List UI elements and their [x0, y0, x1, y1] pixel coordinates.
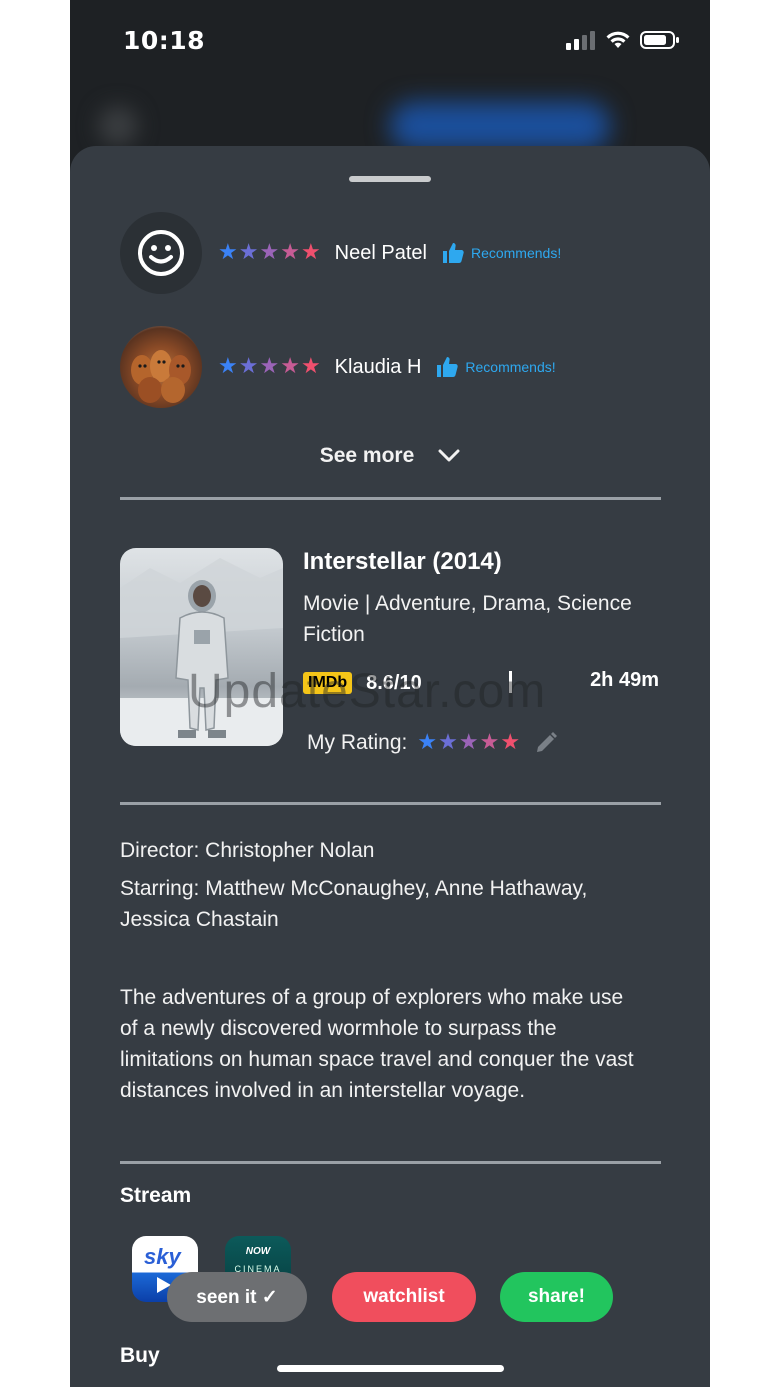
director: Director: Christopher Nolan [120, 839, 375, 862]
home-indicator[interactable] [277, 1365, 504, 1372]
stream-heading: Stream [120, 1184, 192, 1207]
separator [509, 671, 512, 693]
review-row: ★ ★ ★ ★ ★ Klaudia H Recommends! [120, 326, 680, 408]
divider [120, 1161, 661, 1164]
star-icon: ★ [300, 354, 321, 379]
status-bar: 10:18 [70, 0, 710, 84]
review-row: ★ ★ ★ ★ ★ Neel Patel Recommends! [120, 212, 680, 294]
signal-icon [566, 31, 595, 50]
chevron-down-icon [438, 449, 460, 462]
review-stars: ★ ★ ★ ★ ★ [218, 242, 321, 264]
star-icon[interactable]: ★ [500, 732, 520, 754]
star-icon[interactable]: ★ [438, 732, 458, 754]
watchlist-button[interactable]: watchlist [332, 1272, 476, 1322]
battery-icon [640, 31, 679, 49]
star-icon: ★ [280, 240, 300, 265]
movie-title: Interstellar (2014) [303, 548, 502, 575]
blurred-avatar [98, 106, 138, 146]
star-icon: ★ [238, 354, 259, 379]
status-icons [566, 30, 680, 50]
reviewer-name[interactable]: Klaudia H [335, 356, 422, 379]
squirrels-photo-avatar[interactable] [120, 326, 202, 408]
my-rating-row: My Rating: ★ ★ ★ ★ ★ [307, 728, 558, 758]
my-rating-label: My Rating: [307, 731, 408, 754]
recommends-label: Recommends! [465, 359, 556, 375]
review-stars: ★ ★ ★ ★ ★ [218, 356, 321, 378]
imdb-score: 8.6/10 [366, 671, 422, 694]
imdb-logo: IMDb [303, 672, 353, 694]
thumbs-up-icon [442, 243, 464, 263]
reviewer-name[interactable]: Neel Patel [335, 242, 427, 265]
runtime: 2h 49m [590, 669, 659, 691]
star-icon: ★ [218, 354, 238, 379]
buy-heading: Buy [120, 1344, 160, 1367]
movie-genre: Movie | Adventure, Drama, Science Fictio… [303, 592, 632, 646]
star-icon: ★ [259, 240, 280, 265]
imdb-row: IMDb 8.6/10 2h 49m [303, 668, 663, 698]
synopsis: The adventures of a group of explorers w… [120, 986, 634, 1102]
phone-screen: 10:18 ★ ★ ★ ★ ★ Neel Patel Recommends! ★… [70, 0, 710, 1387]
thumbs-up-icon [437, 357, 459, 377]
star-icon: ★ [280, 354, 300, 379]
see-more-label: See more [319, 444, 415, 467]
sheet-grabber-handle[interactable] [349, 176, 431, 182]
star-icon: ★ [218, 240, 238, 265]
star-icon[interactable]: ★ [480, 732, 500, 754]
blurred-button [390, 102, 610, 150]
star-icon[interactable]: ★ [417, 732, 437, 754]
sky-label: sky [144, 1244, 181, 1269]
now-label: NOW [245, 1246, 271, 1257]
seen-it-button[interactable]: seen it ✓ [167, 1272, 307, 1322]
share-button[interactable]: share! [500, 1272, 613, 1322]
movie-poster[interactable] [120, 548, 283, 746]
status-time: 10:18 [123, 26, 206, 55]
divider [120, 497, 661, 500]
movie-detail-sheet[interactable]: ★ ★ ★ ★ ★ Neel Patel Recommends! ★ ★ ★ ★… [70, 146, 710, 1387]
smiley-avatar-icon[interactable] [120, 212, 202, 294]
star-icon: ★ [300, 240, 321, 265]
see-more-button[interactable]: See more [70, 444, 710, 468]
my-rating-stars[interactable]: ★ ★ ★ ★ ★ [417, 732, 520, 754]
starring: Starring: Matthew McConaughey, Anne Hath… [120, 877, 588, 931]
wifi-icon [606, 31, 630, 48]
divider [120, 802, 661, 805]
pencil-edit-icon[interactable] [534, 731, 558, 755]
recommends-label: Recommends! [470, 245, 562, 261]
star-icon: ★ [238, 240, 259, 265]
star-icon[interactable]: ★ [459, 732, 479, 754]
star-icon: ★ [259, 354, 280, 379]
